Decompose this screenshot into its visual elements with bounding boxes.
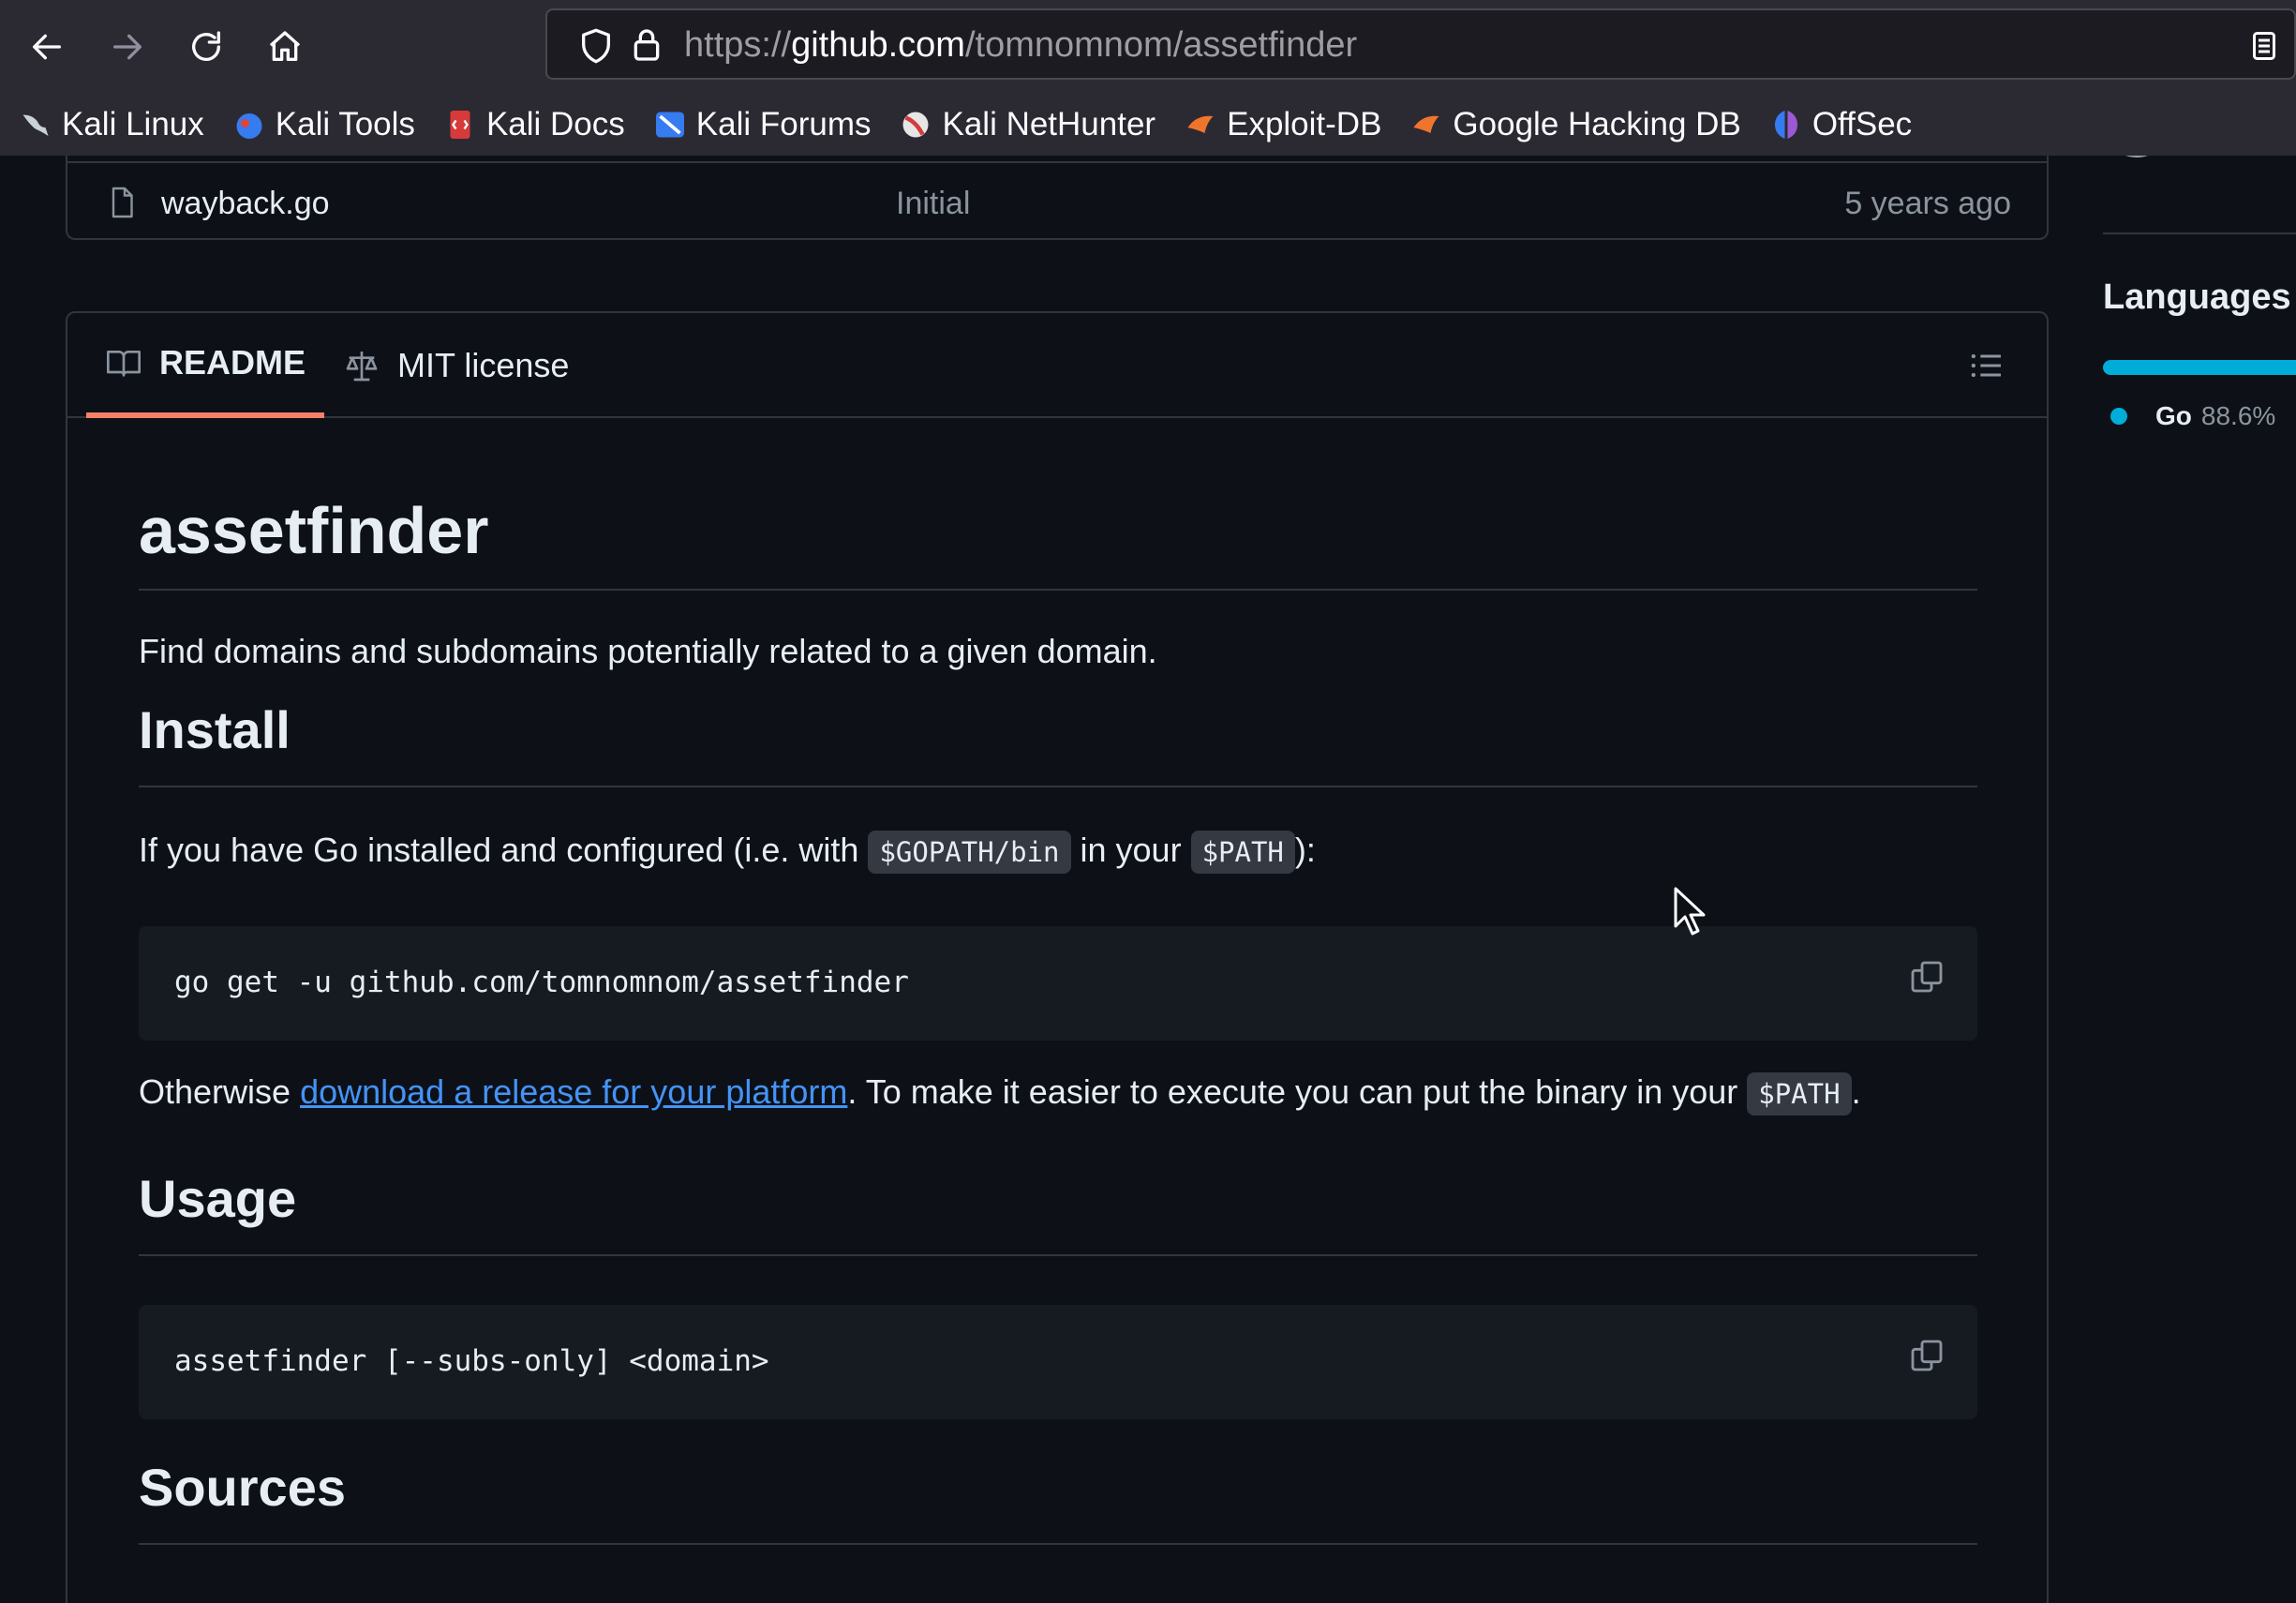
bookmark-kali-linux[interactable]: Kali Linux: [19, 106, 204, 143]
commit-time: 5 years ago: [1844, 186, 2011, 221]
usage-code-block: assetfinder [--subs-only] <domain>: [139, 1305, 1977, 1419]
browser-toolbar: https://github.com/tomnomnom/assetfinder: [0, 0, 2296, 94]
back-arrow-icon: [33, 34, 61, 60]
lock-icon[interactable]: [628, 25, 665, 65]
file-row[interactable]: wayback.go Initial 5 years ago: [67, 161, 2047, 242]
bookmark-kali-docs[interactable]: Kali Docs: [443, 106, 625, 143]
inline-code-gopath: $GOPATH/bin: [868, 831, 1071, 874]
home-icon: [269, 31, 301, 61]
law-scale-icon: [346, 352, 378, 382]
install-divider: [139, 786, 1977, 787]
usage-divider: [139, 1254, 1977, 1256]
reload-icon: [192, 31, 220, 61]
shield-icon[interactable]: [577, 27, 615, 65]
contributor-avatar[interactable]: [2103, 156, 2170, 157]
inline-code-path: $PATH: [1747, 1072, 1852, 1116]
language-bar: [2103, 360, 2296, 375]
file-list: wayback.go Initial 5 years ago: [66, 156, 2049, 240]
file-icon: [112, 187, 133, 218]
exploit-db-icon: [1187, 115, 1214, 133]
tab-readme[interactable]: README: [86, 313, 325, 418]
install-heading: Install: [139, 700, 291, 759]
download-release-link[interactable]: download a release for your platform: [300, 1072, 847, 1111]
back-button[interactable]: [21, 21, 73, 73]
mouse-pointer-icon: [1674, 887, 1706, 936]
languages-heading: Languages: [2103, 277, 2291, 317]
reload-button[interactable]: [180, 21, 232, 73]
kali-dragon-icon: [22, 114, 49, 136]
kali-tools-icon: [236, 113, 262, 139]
language-dot: [2110, 408, 2127, 425]
ghdb-icon: [1413, 115, 1439, 133]
inline-code-path: $PATH: [1190, 831, 1295, 874]
readme-title: assetfinder: [139, 494, 489, 567]
bookmarks-bar: Kali Linux Kali Tools Kali Docs Kali For…: [0, 94, 2296, 156]
sources-heading: Sources: [139, 1458, 346, 1517]
copy-icon[interactable]: [1908, 958, 1946, 996]
file-name-link[interactable]: wayback.go: [161, 186, 330, 222]
url-text[interactable]: https://github.com/tomnomnom/assetfinder: [684, 25, 1357, 66]
book-icon: [107, 351, 142, 377]
forward-arrow-icon: [113, 34, 142, 60]
forward-button[interactable]: [101, 21, 154, 73]
offsec-icon: [1774, 111, 1797, 139]
install-command[interactable]: go get -u github.com/tomnomnom/assetfind…: [174, 966, 909, 999]
readme-tabs: README MIT license: [67, 313, 2047, 418]
readme-description: Find domains and subdomains potentially …: [139, 632, 1157, 670]
otherwise-paragraph: Otherwise download a release for your pl…: [139, 1072, 1861, 1116]
title-divider: [139, 589, 1977, 591]
tab-mit-license[interactable]: MIT license: [343, 313, 569, 418]
kali-forums-icon: [655, 112, 684, 138]
page-content: wayback.go Initial 5 years ago README MI…: [0, 156, 2296, 1603]
sidebar-divider: [2103, 232, 2296, 234]
bookmark-kali-tools[interactable]: Kali Tools: [232, 106, 415, 143]
bookmark-kali-forums[interactable]: Kali Forums: [653, 106, 871, 143]
install-code-block: go get -u github.com/tomnomnom/assetfind…: [139, 926, 1977, 1041]
readme-panel: README MIT license assetfinder Find doma…: [66, 311, 2049, 1603]
commit-message-link[interactable]: Initial: [896, 186, 970, 222]
bookmark-exploit-db[interactable]: Exploit-DB: [1184, 106, 1381, 143]
language-item-go[interactable]: Go 88.6%: [2110, 401, 2275, 431]
bookmark-kali-nethunter[interactable]: Kali NetHunter: [899, 106, 1155, 143]
usage-command[interactable]: assetfinder [--subs-only] <domain>: [174, 1344, 769, 1378]
sources-divider: [139, 1543, 1977, 1545]
bookmark-offsec[interactable]: OffSec: [1769, 106, 1912, 143]
install-paragraph: If you have Go installed and configured …: [139, 831, 1316, 874]
reader-view-icon[interactable]: [2247, 27, 2281, 65]
url-bar[interactable]: https://github.com/tomnomnom/assetfinder: [545, 8, 2296, 80]
kali-docs-icon: [450, 111, 470, 139]
usage-heading: Usage: [139, 1169, 297, 1228]
copy-icon[interactable]: [1908, 1337, 1946, 1374]
bookmark-google-hacking-db[interactable]: Google Hacking DB: [1409, 106, 1741, 143]
home-button[interactable]: [259, 21, 311, 73]
kali-nethunter-icon: [902, 112, 929, 138]
outline-list-icon[interactable]: [1968, 347, 2005, 384]
